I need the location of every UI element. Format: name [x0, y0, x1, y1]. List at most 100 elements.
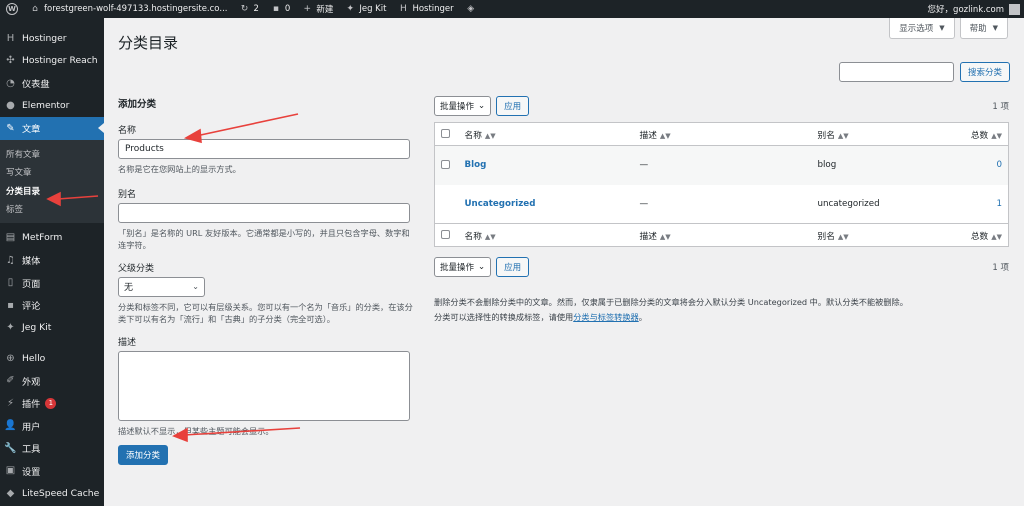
diamond-link[interactable]: ◈: [460, 0, 486, 18]
category-name-link[interactable]: Uncategorized: [465, 199, 536, 209]
tablenav-bottom: 批量操作 ⌄ 应用 1 项: [434, 257, 1009, 277]
sidebar-item-litespeed[interactable]: ◆ LiteSpeed Cache: [0, 482, 104, 505]
table-row: Uncategorized — uncategorized 1: [435, 185, 1009, 224]
screen-meta-links: 显示选项 ▼ 帮助 ▼: [889, 18, 1008, 39]
sidebar-item-label: 用户: [22, 421, 41, 433]
add-category-button[interactable]: 添加分类: [118, 445, 169, 465]
select-all-checkbox[interactable]: [441, 230, 450, 239]
updates-link[interactable]: ↻ 2: [233, 0, 264, 18]
avatar[interactable]: [1009, 3, 1020, 15]
column-description[interactable]: 描述 ▲▼: [633, 122, 812, 146]
jegkit-icon: ✦: [6, 322, 15, 334]
category-list: 批量操作 ⌄ 应用 1 项 名称 ▲▼ 描述 ▲▼ 别名 ▲▼ 总数 ▲▼ Blog — …: [434, 96, 1009, 325]
search-input[interactable]: [839, 62, 954, 82]
note-convert-text: 分类可以选择性的转换成标签，请使用: [434, 312, 574, 322]
search-categories-button[interactable]: 搜索分类: [960, 62, 1011, 82]
sidebar-item-label: 文章: [22, 124, 41, 136]
sidebar-item-dashboard[interactable]: ◔ 仪表盘: [0, 72, 104, 95]
column-description[interactable]: 描述 ▲▼: [633, 223, 812, 247]
sidebar-item-label: 设置: [22, 466, 41, 478]
table-header-row: 名称 ▲▼ 描述 ▲▼ 别名 ▲▼ 总数 ▲▼: [434, 122, 1009, 146]
sidebar-item-hostinger-reach[interactable]: ✣ Hostinger Reach: [0, 50, 104, 73]
sidebar-item-elementor[interactable]: ● Elementor: [0, 95, 104, 118]
sidebar-item-label: 工具: [22, 444, 41, 456]
comments-link[interactable]: ▪ 0: [265, 0, 296, 18]
name-input-value: Products: [125, 144, 164, 154]
user-icon: 👤: [4, 420, 17, 432]
sidebar-item-media[interactable]: ♫ 媒体: [0, 249, 104, 272]
help-button[interactable]: 帮助 ▼: [959, 18, 1008, 39]
media-icon: ♫: [6, 254, 15, 266]
new-content-link[interactable]: + 新建: [296, 0, 339, 18]
select-all-checkbox[interactable]: [441, 129, 450, 138]
submenu-all-posts[interactable]: 所有文章: [0, 145, 104, 164]
caret-down-icon: ▼: [992, 24, 998, 32]
sidebar-item-plugins[interactable]: ⚡ 插件 1: [0, 392, 104, 415]
sidebar-item-appearance[interactable]: ✐ 外观: [0, 370, 104, 393]
bulk-action-select[interactable]: 批量操作 ⌄: [434, 96, 492, 116]
submenu-tags[interactable]: 标签: [0, 200, 104, 219]
sidebar-item-metform[interactable]: ▤ MetForm: [0, 227, 104, 250]
sidebar-item-pages[interactable]: ▯ 页面: [0, 272, 104, 295]
slug-input[interactable]: [118, 202, 410, 223]
sidebar-item-jegkit[interactable]: ✦ Jeg Kit: [0, 317, 104, 340]
user-greeting[interactable]: 您好，gozlink.com: [928, 3, 1004, 15]
jegkit-link[interactable]: ✦ Jeg Kit: [339, 0, 392, 18]
sort-icon: ▲▼: [991, 131, 1002, 140]
bulk-action-select[interactable]: 批量操作 ⌄: [434, 257, 492, 277]
apply-button[interactable]: 应用: [496, 96, 530, 116]
sidebar-item-comments[interactable]: ▪ 评论: [0, 294, 104, 317]
column-name[interactable]: 名称 ▲▼: [458, 223, 634, 247]
sort-icon: ▲▼: [837, 232, 849, 241]
description-textarea[interactable]: [118, 350, 410, 421]
row-description: —: [639, 198, 649, 209]
row-checkbox[interactable]: [441, 160, 450, 170]
sidebar-item-posts[interactable]: ✎ 文章: [0, 117, 104, 140]
row-slug: blog: [817, 160, 837, 171]
caret-down-icon: ▼: [939, 24, 945, 32]
row-count-link[interactable]: 1: [962, 185, 1009, 224]
row-name-cell: Uncategorized: [459, 185, 634, 224]
dashboard-icon: ◔: [6, 77, 15, 89]
jegkit-label: Jeg Kit: [359, 4, 387, 14]
name-input[interactable]: Products: [118, 139, 410, 159]
sidebar-item-users[interactable]: 👤 用户: [0, 415, 104, 438]
converter-link[interactable]: 分类与标签转换器: [573, 312, 639, 322]
sidebar-item-hostinger[interactable]: H Hostinger: [0, 27, 104, 50]
page-title: 分类目录: [118, 34, 179, 52]
submenu-write-post[interactable]: 写文章: [0, 163, 104, 182]
column-count[interactable]: 总数 ▲▼: [961, 223, 1009, 247]
sidebar-item-label: 仪表盘: [22, 79, 50, 91]
updates-count: 2: [253, 4, 259, 14]
column-name-label: 名称: [464, 130, 482, 141]
category-name-link[interactable]: Blog: [465, 160, 487, 170]
sort-icon: ▲▼: [837, 131, 849, 140]
hostinger-link[interactable]: H Hostinger: [392, 0, 459, 18]
site-name-link[interactable]: ⌂ forestgreen-wolf-497133.hostingersite.c…: [24, 0, 233, 18]
column-name[interactable]: 名称 ▲▼: [458, 122, 634, 146]
jegkit-icon: ✦: [346, 4, 355, 14]
column-slug-label: 别名: [817, 231, 835, 242]
reach-icon: ✣: [6, 55, 15, 67]
slug-label: 别名: [118, 189, 137, 200]
apply-button[interactable]: 应用: [496, 257, 530, 277]
note-convert-suffix: 。: [638, 312, 647, 322]
pin-icon: ✎: [6, 122, 15, 134]
wp-logo-button[interactable]: W: [0, 0, 24, 18]
row-count-link[interactable]: 0: [962, 146, 1009, 185]
column-slug[interactable]: 别名 ▲▼: [811, 122, 962, 146]
sidebar-item-hello[interactable]: ⊕ Hello: [0, 347, 104, 370]
wordpress-icon: W: [6, 3, 18, 15]
sidebar-item-tools[interactable]: 🔧 工具: [0, 437, 104, 460]
item-count: 1 项: [992, 102, 1009, 112]
hostinger-label: Hostinger: [412, 4, 454, 14]
column-count[interactable]: 总数 ▲▼: [961, 122, 1009, 146]
sidebar-item-settings[interactable]: ▣ 设置: [0, 460, 104, 483]
sidebar-item-label: 页面: [22, 278, 41, 290]
submenu-categories[interactable]: 分类目录: [0, 182, 104, 201]
screen-options-button[interactable]: 显示选项 ▼: [889, 18, 955, 39]
column-slug[interactable]: 别名 ▲▼: [811, 223, 962, 247]
description-help: 描述默认不显示，但某些主题可能会显示。: [118, 425, 274, 436]
category-notes: 删除分类不会删除分类中的文章。然而，仅隶属于已删除分类的文章将会分入默认分类 U…: [434, 295, 1009, 325]
parent-select[interactable]: 无 ⌄: [118, 276, 205, 297]
